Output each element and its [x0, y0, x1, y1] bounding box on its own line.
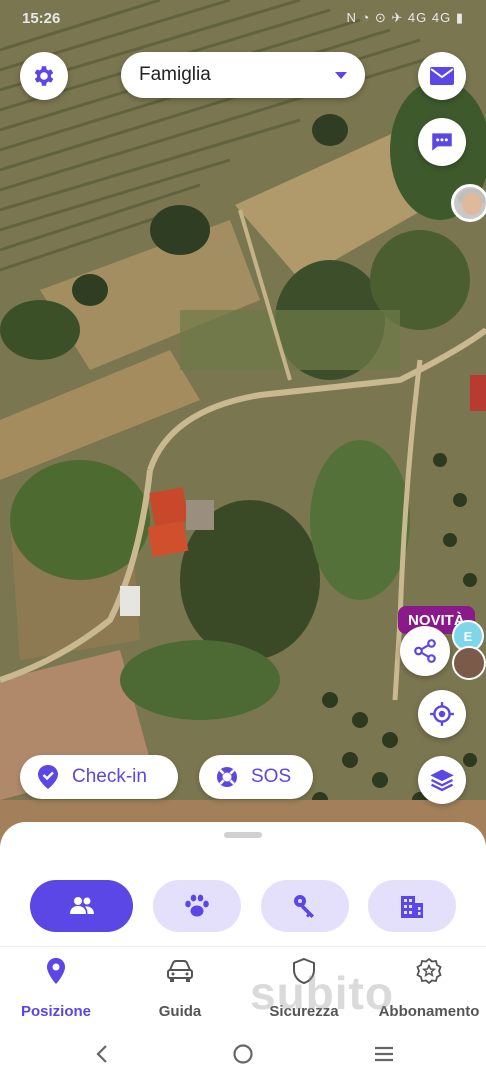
key-icon	[294, 895, 314, 918]
map-layers-button[interactable]	[418, 756, 466, 804]
share-icon	[414, 639, 436, 663]
category-people-button[interactable]	[30, 880, 133, 932]
nav-guida-label: Guida	[158, 1003, 202, 1020]
building-icon	[401, 896, 423, 918]
settings-button[interactable]	[20, 52, 68, 100]
bottom-navigation: Posizione Guida Sicurezza Abbonamento	[0, 946, 486, 1028]
member-avatar-bottom[interactable]	[452, 646, 486, 680]
locate-button[interactable]	[418, 690, 466, 738]
menu-lines-icon	[375, 1046, 393, 1062]
member-avatar-top[interactable]	[451, 184, 486, 222]
category-pets-button[interactable]	[153, 880, 241, 932]
mail-icon	[430, 67, 454, 85]
nav-guida[interactable]: Guida	[125, 955, 235, 1020]
system-back-button[interactable]	[90, 1042, 114, 1066]
sos-button[interactable]: SOS	[199, 755, 313, 799]
nav-posizione-label: Posizione	[20, 1003, 91, 1020]
chat-icon	[432, 133, 452, 151]
map-imagery	[0, 0, 486, 860]
system-navigation-bar	[0, 1028, 486, 1080]
system-recents-button[interactable]	[372, 1042, 396, 1066]
status-indicators: N ◔ ⊙ ✈ 4G 4G ▮	[346, 10, 464, 25]
nav-abbonamento-label: Abbonamento	[378, 1003, 480, 1020]
caret-down-icon	[335, 71, 347, 79]
badge-star-icon	[416, 957, 442, 985]
chat-button[interactable]	[418, 118, 466, 166]
nav-sicurezza[interactable]: Sicurezza	[249, 955, 359, 1020]
checkin-pin-icon	[38, 765, 58, 789]
crosshair-icon	[430, 702, 454, 726]
lifebuoy-icon	[217, 767, 237, 787]
car-icon	[167, 960, 193, 982]
avatar-face	[462, 193, 482, 215]
category-keys-button[interactable]	[261, 880, 349, 932]
home-circle-icon	[233, 1044, 253, 1064]
people-icon	[69, 897, 94, 914]
group-selector[interactable]: Famiglia	[121, 52, 365, 98]
shield-icon	[293, 957, 315, 985]
location-pin-icon	[47, 958, 65, 984]
satellite-map[interactable]	[0, 0, 486, 860]
nav-abbonamento[interactable]: Abbonamento	[374, 955, 484, 1020]
share-button[interactable]	[400, 626, 450, 676]
chevron-left-icon	[96, 1045, 107, 1063]
checkin-label: Check-in	[72, 766, 147, 787]
sheet-drag-handle[interactable]	[224, 832, 262, 838]
sos-label: SOS	[251, 766, 292, 787]
nav-posizione[interactable]: Posizione	[1, 955, 111, 1020]
status-time: 15:26	[22, 10, 61, 27]
bottom-sheet[interactable]	[0, 822, 486, 950]
system-home-button[interactable]	[231, 1042, 255, 1066]
paw-icon	[185, 894, 209, 917]
gear-icon	[34, 66, 54, 86]
status-bar: 15:26 N ◔ ⊙ ✈ 4G 4G ▮	[0, 0, 486, 38]
nav-sicurezza-label: Sicurezza	[269, 1003, 339, 1020]
layers-icon	[430, 769, 454, 792]
group-selector-label: Famiglia	[139, 64, 211, 85]
checkin-button[interactable]: Check-in	[20, 755, 178, 799]
category-places-button[interactable]	[368, 880, 456, 932]
messages-button[interactable]	[418, 52, 466, 100]
